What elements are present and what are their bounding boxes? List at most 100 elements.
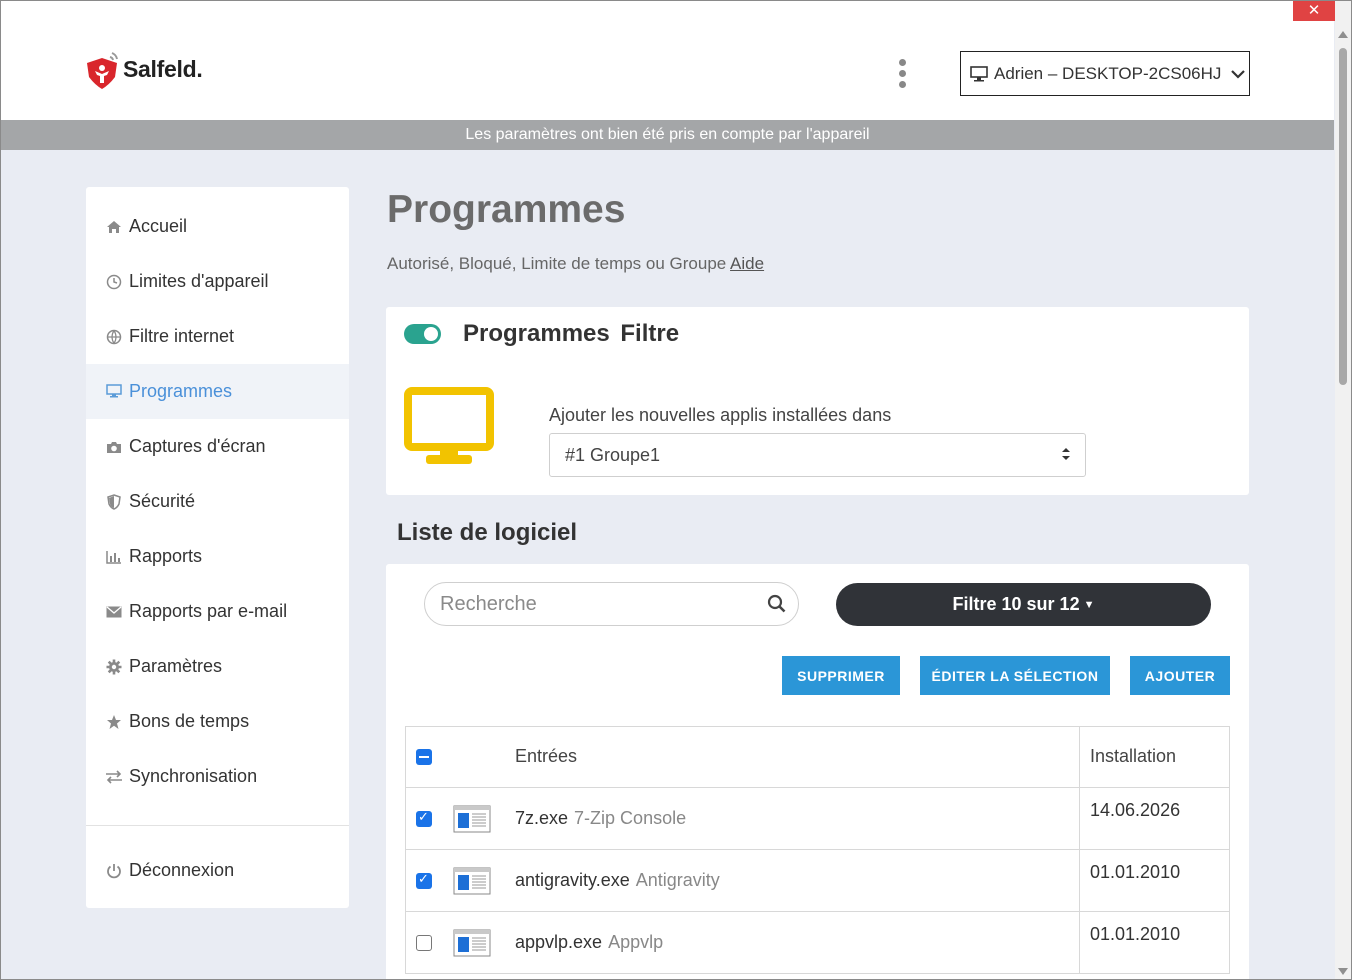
sidebar-item-label: Rapports	[129, 546, 203, 566]
sidebar-item-label: Bons de temps	[129, 711, 250, 731]
sidebar-item-filtre-internet[interactable]: Filtre internet	[86, 309, 349, 364]
row-checkbox[interactable]	[416, 809, 432, 827]
scrollbar[interactable]	[1335, 1, 1351, 979]
top-bar: Salfeld. Adrien – DESKTOP-2CS06HJ	[1, 1, 1334, 120]
entries-header: Entrées	[515, 746, 578, 766]
sidebar-item-rapports[interactable]: Rapports	[86, 529, 349, 584]
window-close-button[interactable]: ✕	[1293, 1, 1335, 21]
programs-filter-card: Programmes Filtre Ajouter les nouvelles …	[386, 307, 1249, 495]
sidebar-item-label: Captures d'écran	[129, 436, 266, 456]
entry-description: 7-Zip Console	[574, 808, 687, 828]
install-date: 14.06.2026	[1090, 800, 1181, 820]
search-field[interactable]	[424, 582, 799, 626]
column-divider	[1079, 850, 1080, 911]
table-row[interactable]: antigravity.exeAntigravity 01.01.2010	[405, 850, 1230, 912]
entry-name: antigravity.exe Antigravity	[515, 870, 720, 891]
new-apps-group-select[interactable]: #1 Groupe1	[549, 433, 1086, 477]
home-icon	[105, 218, 123, 236]
envelope-icon	[105, 603, 123, 621]
sidebar-item-label: Paramètres	[129, 656, 223, 676]
power-icon	[105, 862, 123, 880]
shield-icon	[105, 493, 123, 511]
device-label: Adrien – DESKTOP-2CS06HJ	[994, 63, 1222, 83]
sidebar: Accueil Limites d'appareil Filtre intern…	[86, 187, 349, 908]
subtitle-text: Autorisé, Bloqué, Limite de temps ou Gro…	[387, 254, 727, 273]
filter-toggle[interactable]	[404, 324, 441, 344]
installation-header: Installation	[1090, 746, 1177, 766]
salfeld-shield-icon	[87, 52, 118, 89]
sidebar-item-programmes[interactable]: Programmes	[86, 364, 349, 419]
gear-icon	[105, 658, 123, 676]
monitor-icon	[105, 383, 123, 401]
clock-icon	[105, 273, 123, 291]
edit-selection-button[interactable]: ÉDITER LA SÉLECTION	[920, 656, 1110, 695]
sidebar-divider	[86, 825, 349, 826]
sidebar-item-label: Rapports par e-mail	[129, 601, 288, 621]
install-date: 01.01.2010	[1090, 924, 1181, 944]
filter-button-label: Filtre 10 sur 12	[952, 594, 1080, 614]
table-row[interactable]: 7z.exe7-Zip Console 14.06.2026	[405, 788, 1230, 850]
table-header-row: Entrées Installation	[405, 727, 1230, 788]
sidebar-item-label: Filtre internet	[129, 326, 235, 346]
up-down-arrows-icon	[1061, 447, 1071, 461]
entry-exe: 7z.exe	[515, 808, 569, 828]
entry-exe: appvlp.exe	[515, 932, 603, 952]
bar-chart-icon	[105, 548, 123, 566]
sidebar-item-bons-de-temps[interactable]: Bons de temps	[86, 694, 349, 749]
sidebar-item-securite[interactable]: Sécurité	[86, 474, 349, 529]
delete-button[interactable]: SUPPRIMER	[782, 656, 900, 695]
star-icon	[105, 713, 123, 731]
chevron-down-icon	[1231, 66, 1246, 82]
camera-icon	[105, 438, 123, 456]
entry-name: appvlp.exe Appvlp	[515, 932, 663, 953]
scroll-thumb[interactable]	[1339, 48, 1347, 385]
sync-arrows-icon	[105, 768, 123, 786]
scroll-up-arrow-icon[interactable]	[1338, 31, 1348, 38]
filter-dropdown-button[interactable]: Filtre 10 sur 12 ▼	[836, 583, 1211, 626]
new-apps-group-label: Ajouter les nouvelles applis installées …	[549, 405, 892, 425]
entry-description: Antigravity	[635, 870, 720, 890]
entry-name: 7z.exe 7-Zip Console	[515, 808, 686, 829]
column-divider	[1079, 912, 1080, 973]
logout-button[interactable]: Déconnexion	[86, 843, 349, 898]
application-icon	[453, 867, 491, 895]
caret-down-icon: ▼	[1083, 598, 1095, 611]
status-banner: Les paramètres ont bien été pris en comp…	[1, 120, 1334, 150]
sidebar-item-label: Sécurité	[129, 491, 196, 511]
sidebar-item-accueil[interactable]: Accueil	[86, 199, 349, 254]
application-icon	[453, 805, 491, 833]
sidebar-item-parametres[interactable]: Paramètres	[86, 639, 349, 694]
row-checkbox[interactable]	[416, 935, 432, 951]
sidebar-item-captures[interactable]: Captures d'écran	[86, 419, 349, 474]
scroll-down-arrow-icon[interactable]	[1338, 968, 1348, 975]
monitor-small-icon	[970, 65, 988, 81]
column-divider	[1079, 727, 1080, 787]
search-input[interactable]	[440, 592, 740, 616]
sidebar-item-limites[interactable]: Limites d'appareil	[86, 254, 349, 309]
row-checkbox[interactable]	[416, 871, 432, 889]
software-table: Entrées Installation 7z.exe7-Zip Console…	[405, 726, 1230, 974]
page-title: Programmes	[387, 188, 626, 231]
sidebar-item-label: Synchronisation	[129, 766, 258, 786]
software-list-card: Filtre 10 sur 12 ▼ SUPPRIMER ÉDITER LA S…	[386, 564, 1249, 980]
table-row[interactable]: appvlp.exe Appvlp 01.01.2010	[405, 912, 1230, 974]
device-selector[interactable]: Adrien – DESKTOP-2CS06HJ	[960, 51, 1250, 96]
sidebar-item-label: Limites d'appareil	[129, 271, 269, 291]
sidebar-item-label: Programmes	[129, 381, 233, 401]
monitor-icon	[404, 387, 494, 464]
application-icon	[453, 929, 491, 957]
filter-card-title: Programmes Filtre	[463, 320, 680, 347]
entry-exe: antigravity.exe	[515, 870, 630, 890]
salfeld-logo[interactable]: Salfeld.	[85, 49, 203, 89]
more-options-icon[interactable]	[897, 59, 907, 88]
sidebar-item-synchronisation[interactable]: Synchronisation	[86, 749, 349, 804]
search-icon[interactable]	[767, 594, 786, 618]
sidebar-item-label: Accueil	[129, 216, 188, 236]
select-all-checkbox[interactable]	[416, 749, 432, 765]
install-date: 01.01.2010	[1090, 862, 1181, 882]
globe-icon	[105, 328, 123, 346]
logo-text: Salfeld.	[123, 55, 203, 82]
help-link[interactable]: Aide	[730, 254, 764, 273]
add-button[interactable]: AJOUTER	[1130, 656, 1230, 695]
sidebar-item-rapports-email[interactable]: Rapports par e-mail	[86, 584, 349, 639]
